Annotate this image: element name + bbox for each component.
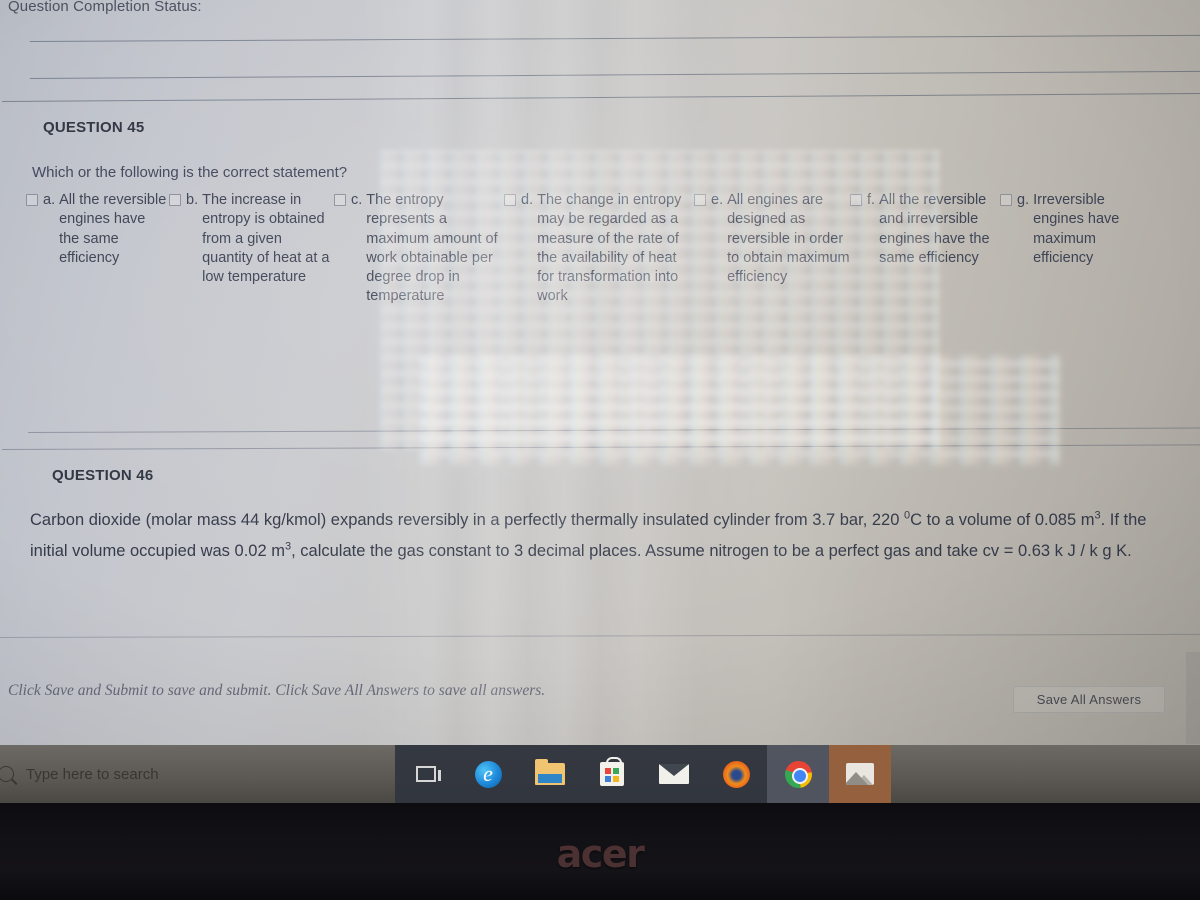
option-g[interactable]: g. Irreversible engines have maximum eff…	[1000, 191, 1120, 268]
checkbox-option-a[interactable]	[26, 194, 38, 206]
browser-content: Question Completion Status: QUESTION 45 …	[0, 0, 1200, 745]
question-46-body: Carbon dioxide (molar mass 44 kg/kmol) e…	[30, 505, 1165, 567]
option-d-letter: d.	[521, 192, 534, 208]
divider-rule-second	[29, 70, 1200, 79]
option-a[interactable]: a. All the reversible engines have the s…	[26, 191, 169, 268]
checkbox-option-c[interactable]	[334, 194, 346, 206]
q46-text-part-2: C to a volume of 0.085 m	[910, 511, 1095, 529]
checkbox-option-d[interactable]	[504, 194, 516, 206]
monitor-screen-area: Question Completion Status: QUESTION 45 …	[0, 0, 1200, 745]
option-f-letter: f.	[867, 192, 876, 208]
taskbar-item-edge[interactable]: e	[457, 745, 519, 803]
divider-rule-between-questions-b	[1, 444, 1200, 450]
save-instructions-text: Click Save and Submit to save and submit…	[8, 682, 546, 699]
question-45-heading: QUESTION 45	[43, 119, 145, 136]
option-f[interactable]: f. All the reversible and irreversible e…	[850, 191, 1000, 268]
firefox-icon	[722, 760, 750, 788]
taskbar-item-chrome[interactable]	[767, 745, 829, 803]
option-d[interactable]: d. The change in entropy may be regarded…	[504, 191, 694, 307]
photos-icon	[846, 763, 874, 785]
checkbox-option-g[interactable]	[1000, 194, 1012, 206]
edge-icon: e	[474, 760, 502, 788]
option-g-letter: g.	[1017, 192, 1030, 208]
option-c-text: The entropy represents a maximum amount …	[366, 192, 498, 305]
option-f-text: All the reversible and irreversible engi…	[879, 192, 990, 266]
divider-rule-between-questions-a	[27, 427, 1200, 433]
folder-icon	[535, 759, 565, 785]
divider-rule-top	[29, 34, 1200, 42]
taskbar-item-task-view[interactable]	[395, 745, 457, 803]
taskbar-item-mail[interactable]	[643, 745, 705, 803]
option-b[interactable]: b. The increase in entropy is obtained f…	[169, 191, 334, 287]
taskbar-item-file-explorer[interactable]	[519, 745, 581, 803]
search-icon	[0, 766, 14, 782]
windows-taskbar: Type here to search e	[0, 745, 1200, 803]
question-46-heading: QUESTION 46	[52, 467, 154, 484]
taskbar-search-box[interactable]: Type here to search	[0, 745, 395, 803]
option-d-text: The change in entropy may be regarded as…	[537, 192, 682, 305]
question-45-prompt: Which or the following is the correct st…	[32, 164, 348, 181]
option-e-letter: e.	[711, 192, 724, 208]
acer-brand-logo: acer	[556, 832, 645, 876]
option-e[interactable]: e. All engines are designed as reversibl…	[694, 191, 850, 287]
taskbar-item-firefox[interactable]	[705, 745, 767, 803]
screenshot-root: Question Completion Status: QUESTION 45 …	[0, 0, 1200, 900]
question-45-options-list: a. All the reversible engines have the s…	[26, 191, 1186, 307]
checkbox-option-e[interactable]	[694, 194, 706, 206]
divider-rule-third	[1, 93, 1200, 102]
option-g-text: Irreversible engines have maximum effici…	[1033, 192, 1120, 266]
chrome-icon	[784, 760, 812, 788]
option-a-letter: a.	[43, 192, 56, 208]
save-all-answers-button[interactable]: Save All Answers	[1013, 686, 1165, 713]
option-e-text: All engines are designed as reversible i…	[727, 192, 850, 286]
q46-text-part-4: , calculate the gas constant to 3 decima…	[291, 542, 1132, 560]
question-completion-status-label: Question Completion Status:	[8, 0, 202, 15]
mail-envelope-icon	[659, 764, 689, 784]
option-b-text: The increase in entropy is obtained from…	[202, 192, 330, 286]
laptop-bezel: acer	[0, 803, 1200, 900]
taskbar-item-photos[interactable]	[829, 745, 891, 803]
taskbar-pinned-icons: e	[395, 745, 891, 803]
task-view-icon	[416, 766, 441, 782]
option-c[interactable]: c. The entropy represents a maximum amou…	[334, 191, 504, 307]
option-b-letter: b.	[186, 192, 199, 208]
taskbar-item-microsoft-store[interactable]	[581, 745, 643, 803]
q46-text-part-1: Carbon dioxide (molar mass 44 kg/kmol) e…	[30, 511, 904, 529]
checkbox-option-b[interactable]	[169, 194, 181, 206]
divider-rule-footer	[0, 633, 1200, 638]
store-bag-icon	[600, 757, 624, 786]
right-edge-panel	[1186, 652, 1200, 744]
taskbar-search-placeholder: Type here to search	[26, 765, 159, 783]
option-c-letter: c.	[351, 192, 363, 208]
option-a-text: All the reversible engines have the same…	[59, 192, 167, 266]
checkbox-option-f[interactable]	[850, 194, 862, 206]
